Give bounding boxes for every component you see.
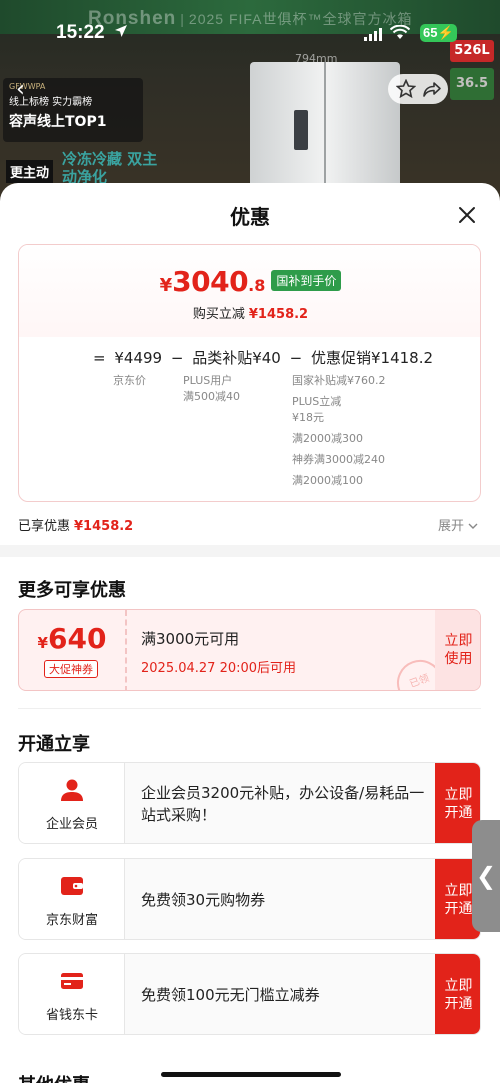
final-price: ¥3040.8 国补到手价	[19, 265, 480, 298]
wallet-icon	[61, 877, 83, 895]
feature-text: 冷冻冷藏 双主动净化	[62, 150, 158, 186]
gov-subsidy-badge: 国补到手价	[271, 270, 342, 291]
member-desc-text: 免费领30元购物券	[141, 891, 266, 909]
enjoyed-discount: 已享优惠 ¥1458.2	[18, 515, 133, 534]
other-section-title: 其他优惠	[18, 1071, 90, 1083]
open-now-line2: 开通	[444, 996, 473, 1012]
subsidy-note: PLUS用户	[183, 374, 233, 387]
price-summary-card: ¥3040.8 国补到手价 购买立减 ¥1458.2 = ¥4499 − 品类补贴¥…	[18, 244, 481, 502]
member-name: 省钱东卡	[45, 1008, 98, 1023]
subsidy-notes: PLUS用户 满500减40	[183, 373, 240, 410]
use-now-line2: 使用	[444, 651, 473, 667]
currency-symbol: ¥	[159, 275, 173, 296]
formula-subsidy: 品类补贴¥40	[192, 349, 281, 367]
coupon-card[interactable]: ¥640 大促神券 满3000元可用 2025.04.27 20:00后可用 已…	[18, 609, 481, 691]
expand-label: 展开	[438, 519, 465, 534]
section-gap	[0, 545, 500, 557]
subsidy-note: 满500减40	[183, 390, 240, 403]
member-icon-cell: 企业会员	[19, 763, 125, 843]
member-icon-cell: 省钱东卡	[19, 954, 125, 1034]
cut-label: 购买立减	[192, 307, 245, 322]
purchase-cut: 购买立减 ¥1458.2	[19, 303, 480, 322]
back-chevron-icon[interactable]: ‹	[16, 76, 44, 104]
formula-promo: 优惠促销¥1418.2	[311, 349, 434, 367]
side-tab-chevron-left-icon[interactable]: ❮	[472, 820, 500, 932]
coupon-currency: ¥	[37, 634, 48, 652]
open-now-line1: 立即	[444, 978, 473, 994]
promo-line3: 容声线上TOP1	[9, 114, 107, 130]
promo-note: 满2000减300	[292, 432, 363, 445]
member-desc: 免费领100元无门槛立减券	[141, 954, 431, 1034]
dimension-label: 794mm	[295, 52, 338, 65]
status-bar: 15:22 65⚡	[0, 22, 500, 46]
price-main: 3040	[172, 265, 249, 298]
signal-icon	[364, 26, 382, 41]
cut-amount: ¥1458.2	[248, 307, 309, 322]
fridge-panel	[294, 110, 308, 150]
location-arrow-icon	[114, 24, 130, 40]
header-actions	[388, 74, 448, 104]
coupon-condition: 满3000元可用	[141, 630, 240, 648]
chevron-down-icon	[468, 523, 478, 529]
member-name: 京东财富	[45, 913, 98, 928]
jd-finance-card[interactable]: 京东财富 免费领30元购物券 立即 开通	[18, 858, 481, 940]
discount-sheet: 优惠 ¥3040.8 国补到手价 购买立减 ¥1458.2 = ¥4499 − 品类…	[0, 183, 500, 1083]
open-now-button[interactable]: 立即 开通	[435, 954, 480, 1034]
formula-base: ¥4499	[114, 349, 163, 367]
member-desc: 免费领30元购物券	[141, 859, 431, 939]
enjoyed-amount: ¥1458.2	[74, 519, 134, 534]
sheet-title: 优惠	[230, 205, 270, 229]
star-icon[interactable]	[396, 79, 416, 99]
open-now-line1: 立即	[444, 787, 473, 803]
feature-badge: 更主动	[6, 160, 54, 183]
promo-note: 神券满3000减240	[292, 453, 385, 466]
member-name: 企业会员	[45, 817, 98, 832]
saver-card[interactable]: 省钱东卡 免费领100元无门槛立减券 立即 开通	[18, 953, 481, 1035]
formula-equals: =	[93, 349, 106, 367]
open-now-line2: 开通	[444, 805, 473, 821]
wifi-icon	[389, 24, 411, 40]
promo-note: PLUS立减	[292, 395, 342, 408]
more-discount-title: 更多可享优惠	[18, 580, 126, 601]
member-desc-text: 企业会员3200元补贴，办公设备/易耗品一站式采购！	[141, 784, 425, 824]
coupon-badge: 大促神券	[44, 660, 98, 678]
divider	[18, 708, 481, 709]
base-notes: 京东价	[113, 373, 146, 394]
fridge-image	[250, 62, 400, 200]
coupon-amount: 640	[47, 622, 107, 655]
enjoyed-label: 已享优惠	[18, 519, 71, 534]
promo-note: ¥18元	[292, 411, 324, 424]
card-icon	[61, 973, 83, 989]
charging-bolt-icon: ⚡	[437, 25, 454, 40]
battery-level: 65	[423, 25, 438, 40]
member-desc-text: 免费领100元无门槛立减券	[141, 986, 320, 1004]
base-note: 京东价	[113, 374, 146, 387]
use-now-button[interactable]: 立即 使用	[435, 610, 480, 690]
expand-button[interactable]: 展开	[438, 515, 478, 534]
close-icon[interactable]	[455, 203, 479, 227]
member-desc: 企业会员3200元补贴，办公设备/易耗品一站式采购！	[141, 763, 431, 843]
price-formula: = ¥4499 − 品类补贴¥40 − 优惠促销¥1418.2	[93, 347, 437, 368]
promo-note: 满2000减100	[292, 474, 363, 487]
formula-minus-2: −	[289, 349, 303, 367]
coupon-divider	[125, 610, 127, 690]
promo-notes: 国家补贴减¥760.2 PLUS立减 ¥18元 满2000减300 神券满300…	[292, 373, 386, 494]
coupon-info: 满3000元可用 2025.04.27 20:00后可用	[141, 628, 296, 676]
open-section-title: 开通立享	[18, 734, 90, 755]
enterprise-member-card[interactable]: 企业会员 企业会员3200元补贴，办公设备/易耗品一站式采购！ 立即 开通	[18, 762, 481, 844]
coupon-value: ¥640 大促神券	[19, 610, 125, 690]
status-time: 15:22	[56, 22, 105, 43]
battery-indicator: 65⚡	[420, 24, 457, 42]
price-decimal: .8	[248, 276, 266, 295]
coupon-time: 2025.04.27 20:00后可用	[141, 661, 297, 676]
user-icon	[61, 779, 83, 801]
green-tag: 36.5	[450, 68, 494, 100]
price-summary-header: ¥3040.8 国补到手价 购买立减 ¥1458.2	[19, 245, 480, 337]
member-icon-cell: 京东财富	[19, 859, 125, 939]
formula-minus-1: −	[170, 349, 184, 367]
share-icon[interactable]	[422, 79, 442, 99]
home-indicator[interactable]	[161, 1072, 341, 1077]
promo-note: 国家补贴减¥760.2	[292, 374, 386, 387]
use-now-line1: 立即	[444, 633, 473, 649]
